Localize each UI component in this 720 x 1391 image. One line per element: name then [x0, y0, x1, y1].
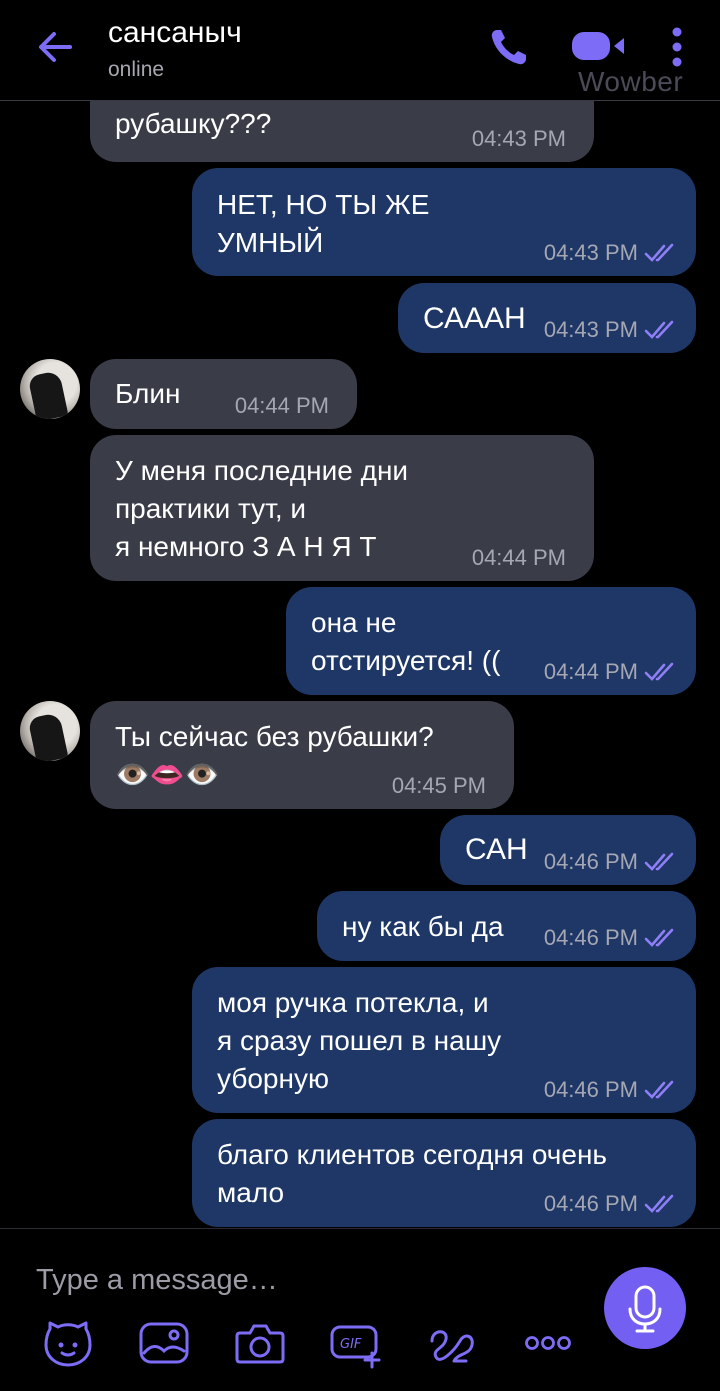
message-text: СААAН — [423, 302, 526, 335]
more-options-button[interactable] — [520, 1315, 576, 1371]
video-call-button[interactable] — [568, 26, 630, 66]
message-text: У меня последние дни практики тут, и я н… — [115, 455, 409, 562]
message-text: САН — [465, 833, 528, 866]
camera-icon — [235, 1324, 285, 1364]
message-text: Блин — [115, 378, 181, 409]
contact-avatar[interactable] — [20, 701, 80, 761]
message-time: 04:43 PM — [543, 317, 638, 342]
message-text: моя ручка потекла, и я сразу пошел в наш… — [217, 987, 502, 1094]
gallery-icon — [139, 1322, 189, 1364]
camera-button[interactable] — [232, 1315, 288, 1371]
microphone-icon — [628, 1285, 662, 1333]
message-bubble-outgoing[interactable]: она не отстируется! (( 04:44 PM — [286, 587, 696, 695]
message-time: 04:44 PM — [471, 545, 566, 570]
message-text: Ты сейчас без рубашки? 👁️👄👁️ — [115, 721, 434, 790]
gif-button[interactable]: GIF — [328, 1315, 384, 1371]
gallery-button[interactable] — [136, 1315, 192, 1371]
message-time: 04:46 PM — [543, 1191, 638, 1216]
voice-call-button[interactable] — [484, 22, 534, 72]
double-check-icon — [644, 852, 674, 871]
message-time: 04:43 PM — [471, 126, 566, 151]
overflow-menu-button[interactable] — [660, 22, 694, 72]
message-time: 04:44 PM — [234, 393, 329, 418]
composer-bar: GIF — [0, 1228, 720, 1391]
message-time: 04:46 PM — [543, 849, 638, 874]
message-time: 04:44 PM — [543, 659, 638, 684]
double-check-icon — [644, 928, 674, 947]
chat-header: сансаныч online Wowber — [0, 0, 720, 101]
message-text: она не отстируется! (( — [311, 607, 501, 676]
message-bubble-incoming[interactable]: я смогу тебе постирать рубашку??? 04:43 … — [90, 101, 594, 162]
message-input[interactable] — [34, 1249, 558, 1311]
double-check-icon — [644, 243, 674, 262]
double-check-icon — [644, 1080, 674, 1099]
message-bubble-outgoing[interactable]: благо клиентов сегодня очень мало 04:46 … — [192, 1119, 696, 1227]
message-bubble-outgoing[interactable]: ну как бы да 04:46 PM — [317, 891, 696, 961]
message-bubble-outgoing[interactable]: САН 04:46 PM — [440, 815, 696, 885]
contact-name[interactable]: сансаныч — [108, 16, 242, 50]
message-list[interactable]: я смогу тебе постирать рубашку??? 04:43 … — [0, 101, 720, 1228]
video-camera-icon — [572, 32, 624, 60]
contact-status: online — [108, 58, 165, 81]
contact-avatar[interactable] — [20, 359, 80, 419]
message-bubble-incoming[interactable]: У меня последние дни практики тут, и я н… — [90, 435, 594, 581]
message-bubble-incoming[interactable]: Ты сейчас без рубашки? 👁️👄👁️ 04:45 PM — [90, 701, 514, 809]
message-bubble-outgoing[interactable]: моя ручка потекла, и я сразу пошел в наш… — [192, 967, 696, 1113]
arrow-left-icon — [39, 32, 72, 62]
message-time: 04:46 PM — [543, 1077, 638, 1102]
more-options-icon — [525, 1336, 571, 1350]
more-vertical-icon — [672, 27, 682, 67]
message-text: НЕТ, НО ТЫ ЖЕ УМНЫЙ — [217, 189, 430, 258]
gif-icon: GIF — [330, 1325, 381, 1369]
back-button[interactable] — [30, 22, 80, 72]
double-check-icon — [644, 662, 674, 681]
phone-icon — [491, 30, 526, 65]
message-time: 04:45 PM — [391, 773, 486, 798]
message-text: ну как бы да — [342, 911, 504, 942]
double-check-icon — [644, 320, 674, 339]
message-time: 04:43 PM — [543, 240, 638, 265]
voice-message-button[interactable] — [604, 1267, 686, 1349]
double-check-icon — [644, 1194, 674, 1213]
svg-text:GIF: GIF — [340, 1337, 362, 1352]
sticker-button[interactable] — [40, 1315, 96, 1371]
sticker-icon — [44, 1321, 92, 1367]
message-time: 04:46 PM — [543, 925, 638, 950]
watermark-text: Wowber — [578, 66, 684, 97]
doodle-icon — [430, 1330, 474, 1363]
doodle-button[interactable] — [424, 1315, 480, 1371]
message-bubble-incoming[interactable]: Блин 04:44 PM — [90, 359, 357, 429]
message-text: я смогу тебе постирать рубашку??? — [115, 108, 272, 139]
message-bubble-outgoing[interactable]: СААAН 04:43 PM — [398, 283, 696, 353]
message-bubble-outgoing[interactable]: НЕТ, НО ТЫ ЖЕ УМНЫЙ 04:43 PM — [192, 168, 696, 276]
